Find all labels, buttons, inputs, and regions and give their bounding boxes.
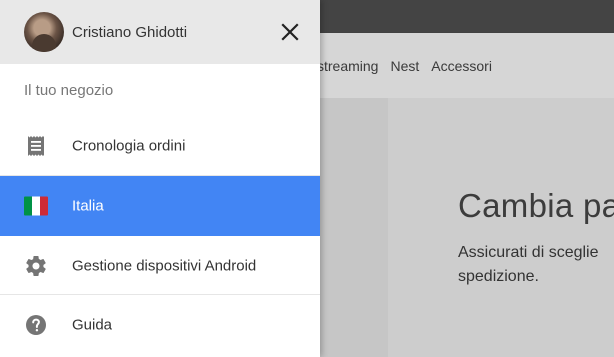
user-name: Cristiano Ghidotti [72, 24, 188, 41]
section-title-store: Il tuo negozio [24, 82, 114, 99]
country-change-description: Assicurati di sceglie spedizione. [458, 241, 614, 289]
nav-link-streaming[interactable]: i streaming [310, 58, 378, 74]
menu-item-label: Guida [72, 316, 113, 333]
description-line: spedizione. [458, 268, 539, 285]
italy-flag-icon [24, 196, 48, 216]
close-drawer-button[interactable] [278, 20, 302, 44]
menu-item-label: Cronologia ordini [72, 137, 186, 154]
menu-item-label: Italia [72, 197, 104, 215]
close-icon [281, 23, 299, 41]
nav-link-nest[interactable]: Nest [390, 58, 419, 74]
description-line: Assicurati di sceglie [458, 244, 599, 261]
country-change-heading: Cambia pa [458, 187, 614, 224]
nav-link-accessori[interactable]: Accessori [431, 58, 492, 74]
country-change-panel [388, 98, 614, 357]
menu-item-order-history[interactable]: Cronologia ordini [0, 116, 320, 175]
help-icon [26, 314, 46, 335]
menu-item-android-device-manager[interactable]: Gestione dispositivi Android [0, 236, 320, 295]
menu-item-label: Gestione dispositivi Android [72, 257, 257, 274]
user-avatar[interactable] [24, 12, 64, 52]
category-nav-links: i streaming Nest Accessori [310, 33, 504, 98]
menu-item-help[interactable]: Guida [0, 295, 320, 354]
receipt-icon [28, 135, 44, 156]
navigation-drawer: Cristiano Ghidotti Il tuo negozio Cronol… [0, 0, 320, 357]
gear-icon [26, 255, 46, 276]
menu-item-country-italia[interactable]: Italia [0, 176, 320, 236]
drawer-header: Cristiano Ghidotti [0, 0, 320, 64]
